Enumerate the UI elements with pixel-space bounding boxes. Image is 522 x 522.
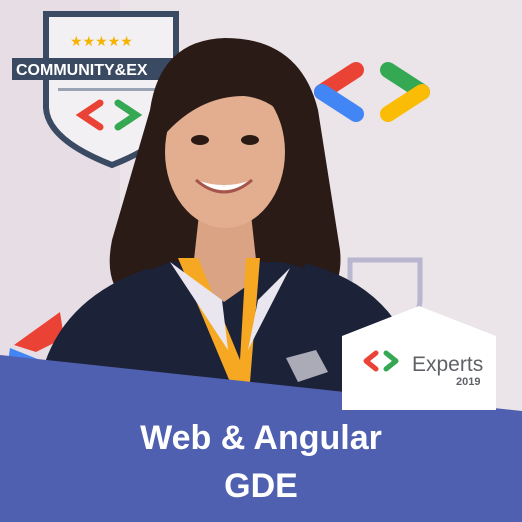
badge-title: Experts: [412, 353, 484, 376]
sign-text: COMMUNITY&EX: [16, 62, 148, 79]
badge-year: 2019: [456, 376, 481, 388]
caption-line-1: Web & Angular: [140, 419, 382, 457]
caption-line-2: GDE: [224, 467, 298, 505]
profile-card: COMMUNITY&EX ★★★★★ Experts 2019 Web & An…: [0, 0, 522, 522]
svg-text:★★★★★: ★★★★★: [70, 34, 133, 50]
